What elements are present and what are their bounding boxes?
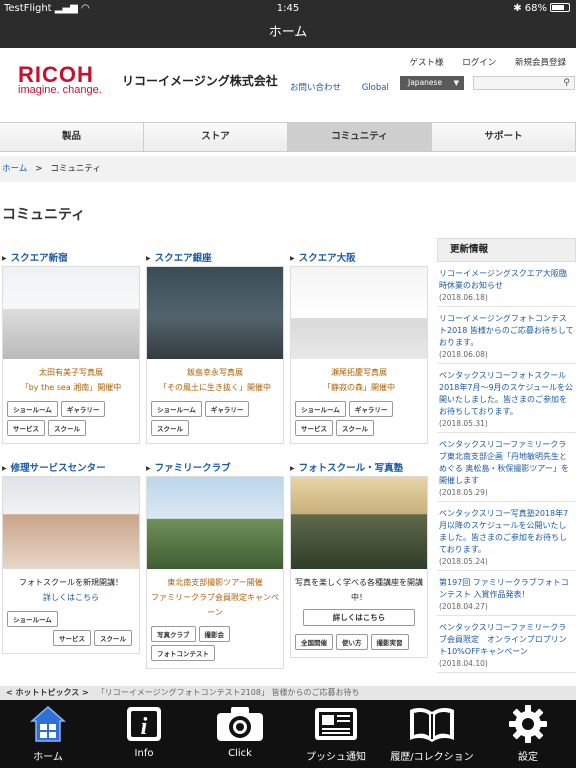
card-tags: ショールームサービス スクール — [3, 607, 139, 653]
battery-indicator: ✱ 68% — [513, 3, 570, 14]
news-item[interactable]: ペンタックスリコー写真塾2018年7月以降のスケジュールを公開いたしました。皆さ… — [437, 502, 576, 571]
card-family-club[interactable]: ファミリークラブ 東北南支部撮影ツアー開催ファミリークラブ会員限定キャンペーン … — [146, 460, 284, 669]
logo-tagline: imagine. change. — [18, 84, 102, 96]
site-search-input[interactable]: ⚲ — [473, 76, 575, 90]
search-icon[interactable]: ⚲ — [563, 78, 570, 88]
gear-icon — [480, 700, 576, 748]
card-title[interactable]: スクエア新宿 — [2, 250, 140, 264]
gnav-products[interactable]: 製品 — [0, 123, 144, 151]
osaka-photo[interactable] — [291, 267, 427, 359]
login-link[interactable]: ログイン — [462, 58, 496, 68]
webview[interactable]: RICOH imagine. change. リコーイメージング株式会社 ゲスト… — [0, 48, 576, 700]
gnav-store[interactable]: ストア — [144, 123, 288, 151]
gnav-community[interactable]: コミュニティ — [288, 123, 432, 151]
news-heading: 更新情報 — [437, 238, 576, 262]
news-sidebar: 更新情報 リコーイメージングスクエア大阪臨時休業のお知らせ (2018.06.18… — [437, 238, 576, 673]
card-title[interactable]: ファミリークラブ — [146, 460, 284, 474]
shinjuku-photo[interactable] — [3, 267, 139, 359]
page-title: コミュニティ — [2, 207, 86, 223]
nav-title: ホーム — [0, 18, 576, 48]
tab-settings[interactable]: 設定 — [480, 700, 576, 768]
card-title[interactable]: 修理サービスセンター — [2, 460, 140, 474]
card-photo-school[interactable]: フォトスクール・写真塾 写真を楽しく学べる各種講座を開講中！ 詳しくはこちら 全… — [290, 460, 428, 658]
card-tags: ショールーム ギャラリーサービス スクール — [291, 397, 427, 443]
card-tags: ショールーム ギャラリーサービス スクール — [3, 397, 139, 443]
language-select[interactable]: Japanese ▼ — [400, 76, 464, 90]
card-square-osaka[interactable]: スクエア大阪 瀬尾拓慶写真展「静寂の森」開催中 ショールームギャラリーサービスス… — [290, 250, 428, 444]
info-icon: i — [96, 700, 192, 748]
caret-down-icon: ▼ — [453, 79, 459, 87]
card-square-ginza[interactable]: スクエア銀座 飯島幸永写真展「その風土に生き抜く」開催中 ショールームギャラリー… — [146, 250, 284, 444]
ginza-photo[interactable] — [147, 267, 283, 359]
photo-school-photo[interactable] — [291, 477, 427, 569]
breadcrumb-current: コミュニティ — [50, 164, 101, 174]
tab-home[interactable]: ホーム — [0, 700, 96, 768]
details-link[interactable]: 詳しくはこちら — [3, 592, 139, 607]
register-link[interactable]: 新規会員登録 — [515, 58, 566, 68]
news-item[interactable]: ペンタックスリコーファミリークラブ東北南支部企画「丹地敏明先生とめぐる 奥松島・… — [437, 433, 576, 502]
open-book-icon — [384, 700, 480, 748]
svg-text:i: i — [141, 714, 148, 740]
details-button[interactable]: 詳しくはこちら — [303, 609, 415, 626]
family-club-photo[interactable] — [147, 477, 283, 569]
clock: 1:45 — [276, 3, 300, 14]
global-nav: 製品 ストア コミュニティ サポート — [0, 122, 576, 152]
card-tags: ショールーム ギャラリースクール — [147, 397, 283, 443]
gnav-support[interactable]: サポート — [432, 123, 576, 151]
utility-links: お問い合わせ Global — [290, 81, 407, 93]
contact-link[interactable]: お問い合わせ — [290, 83, 341, 93]
card-tags: 全国開催 使い方 撮影実習 — [291, 630, 427, 657]
global-link[interactable]: Global — [362, 83, 389, 93]
news-item[interactable]: 第197回 ファミリークラブフォトコンテスト 入賞作品発表！ (2018.04.2… — [437, 571, 576, 616]
camera-icon — [192, 700, 288, 748]
breadcrumb-home[interactable]: ホーム — [2, 164, 27, 174]
card-title[interactable]: スクエア大阪 — [290, 250, 428, 264]
newspaper-icon — [288, 700, 384, 748]
tab-click[interactable]: Click — [192, 700, 288, 768]
account-links: ゲスト様 ログイン 新規会員登録 — [394, 56, 566, 68]
card-square-shinjuku[interactable]: スクエア新宿 太田有美子写真展「by the sea 湘南」開催中 ショールーム… — [2, 250, 140, 444]
breadcrumb: ホーム > コミュニティ — [0, 156, 576, 182]
news-item[interactable]: ペンタックスリコーフォトスクール2018年7月～9月のスケジュールを公開いたしま… — [437, 364, 576, 433]
card-tags: 写真クラブ 撮影会フォトコンテスト — [147, 622, 283, 668]
status-bar: TestFlight ▂▄▆ ◠ 1:45 ✱ 68% — [0, 0, 576, 18]
card-repair-center[interactable]: 修理サービスセンター フォトスクールを新規開講！ 詳しくはこちら ショールームサ… — [2, 460, 140, 654]
news-item[interactable]: リコーイメージングスクエア大阪臨時休業のお知らせ (2018.06.18) — [437, 262, 576, 307]
tab-history[interactable]: 履歴/コレクション — [384, 700, 480, 768]
news-item[interactable]: ペンタックスリコーファミリークラブ会員限定 オンラインプロプリント10%OFFキ… — [437, 616, 576, 673]
hot-topics-bar[interactable]: < ホットトピックス > 「リコーイメージングフォトコンテスト2108」 皆様から… — [0, 686, 576, 700]
home-icon — [0, 700, 96, 748]
guest-label: ゲスト様 — [409, 58, 444, 68]
tab-bar: ホーム i Info Click プッシュ通知 履歴/コレクション 設定 — [0, 700, 576, 768]
tab-push[interactable]: プッシュ通知 — [288, 700, 384, 768]
card-title[interactable]: フォトスクール・写真塾 — [290, 460, 428, 474]
tab-info[interactable]: i Info — [96, 700, 192, 768]
news-item[interactable]: リコーイメージングフォトコンテスト2018 皆様からのご応募お待ちしております。… — [437, 307, 576, 364]
company-name: リコーイメージング株式会社 — [122, 74, 278, 88]
repair-center-photo[interactable] — [3, 477, 139, 569]
card-title[interactable]: スクエア銀座 — [146, 250, 284, 264]
